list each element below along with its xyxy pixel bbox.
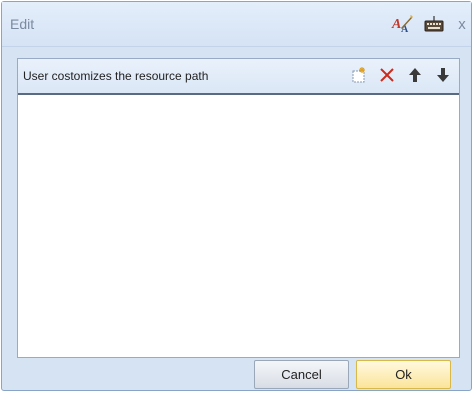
ok-button[interactable]: Ok bbox=[356, 360, 451, 389]
dialog-footer: Cancel Ok bbox=[2, 358, 471, 390]
panel-toolbar bbox=[349, 65, 453, 85]
dialog-title: Edit bbox=[10, 16, 35, 32]
resource-path-panel: User costomizes the resource path bbox=[17, 58, 460, 358]
new-item-icon[interactable] bbox=[349, 65, 369, 85]
close-button[interactable]: x bbox=[455, 16, 469, 33]
title-bar: Edit A A x bbox=[2, 2, 471, 47]
panel-title: User costomizes the resource path bbox=[23, 69, 209, 83]
panel-header: User costomizes the resource path bbox=[18, 59, 459, 95]
keyboard-icon[interactable] bbox=[423, 13, 445, 35]
delete-icon[interactable] bbox=[377, 65, 397, 85]
edit-dialog: Edit A A x User costomizes the resource … bbox=[1, 1, 472, 391]
svg-text:A: A bbox=[391, 17, 401, 32]
title-toolbar: A A x bbox=[391, 12, 469, 36]
move-up-icon[interactable] bbox=[405, 65, 425, 85]
cancel-button[interactable]: Cancel bbox=[254, 360, 349, 389]
resource-path-list[interactable] bbox=[18, 95, 459, 357]
move-down-icon[interactable] bbox=[433, 65, 453, 85]
spell-check-icon[interactable]: A A bbox=[391, 13, 413, 35]
